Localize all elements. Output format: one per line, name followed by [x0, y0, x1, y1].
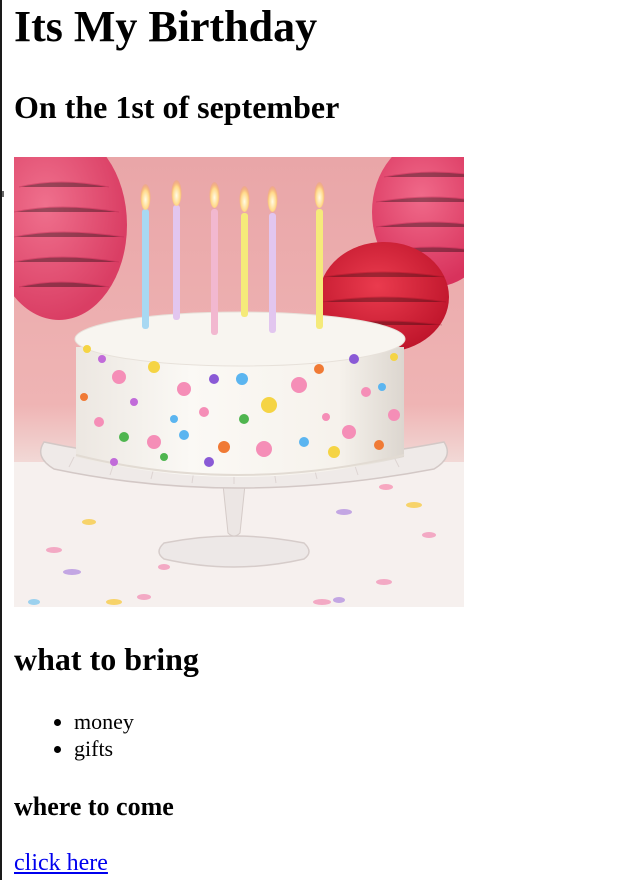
page-title: Its My Birthday [14, 2, 318, 51]
list-item-label: money [74, 709, 134, 734]
list-item: money [14, 708, 134, 735]
list-item: gifts [14, 735, 134, 762]
window-border-notch [2, 191, 4, 197]
window-left-border [0, 0, 2, 880]
birthday-cake-image [14, 157, 464, 607]
what-to-bring-heading: what to bring [14, 641, 199, 677]
bullet-icon [54, 719, 61, 726]
where-to-come-heading: where to come [14, 792, 174, 821]
list-item-label: gifts [74, 736, 114, 761]
date-heading: On the 1st of september [14, 89, 340, 125]
click-here-link[interactable]: click here [14, 849, 108, 877]
bullet-icon [54, 746, 61, 753]
bring-list: money gifts [14, 708, 134, 762]
